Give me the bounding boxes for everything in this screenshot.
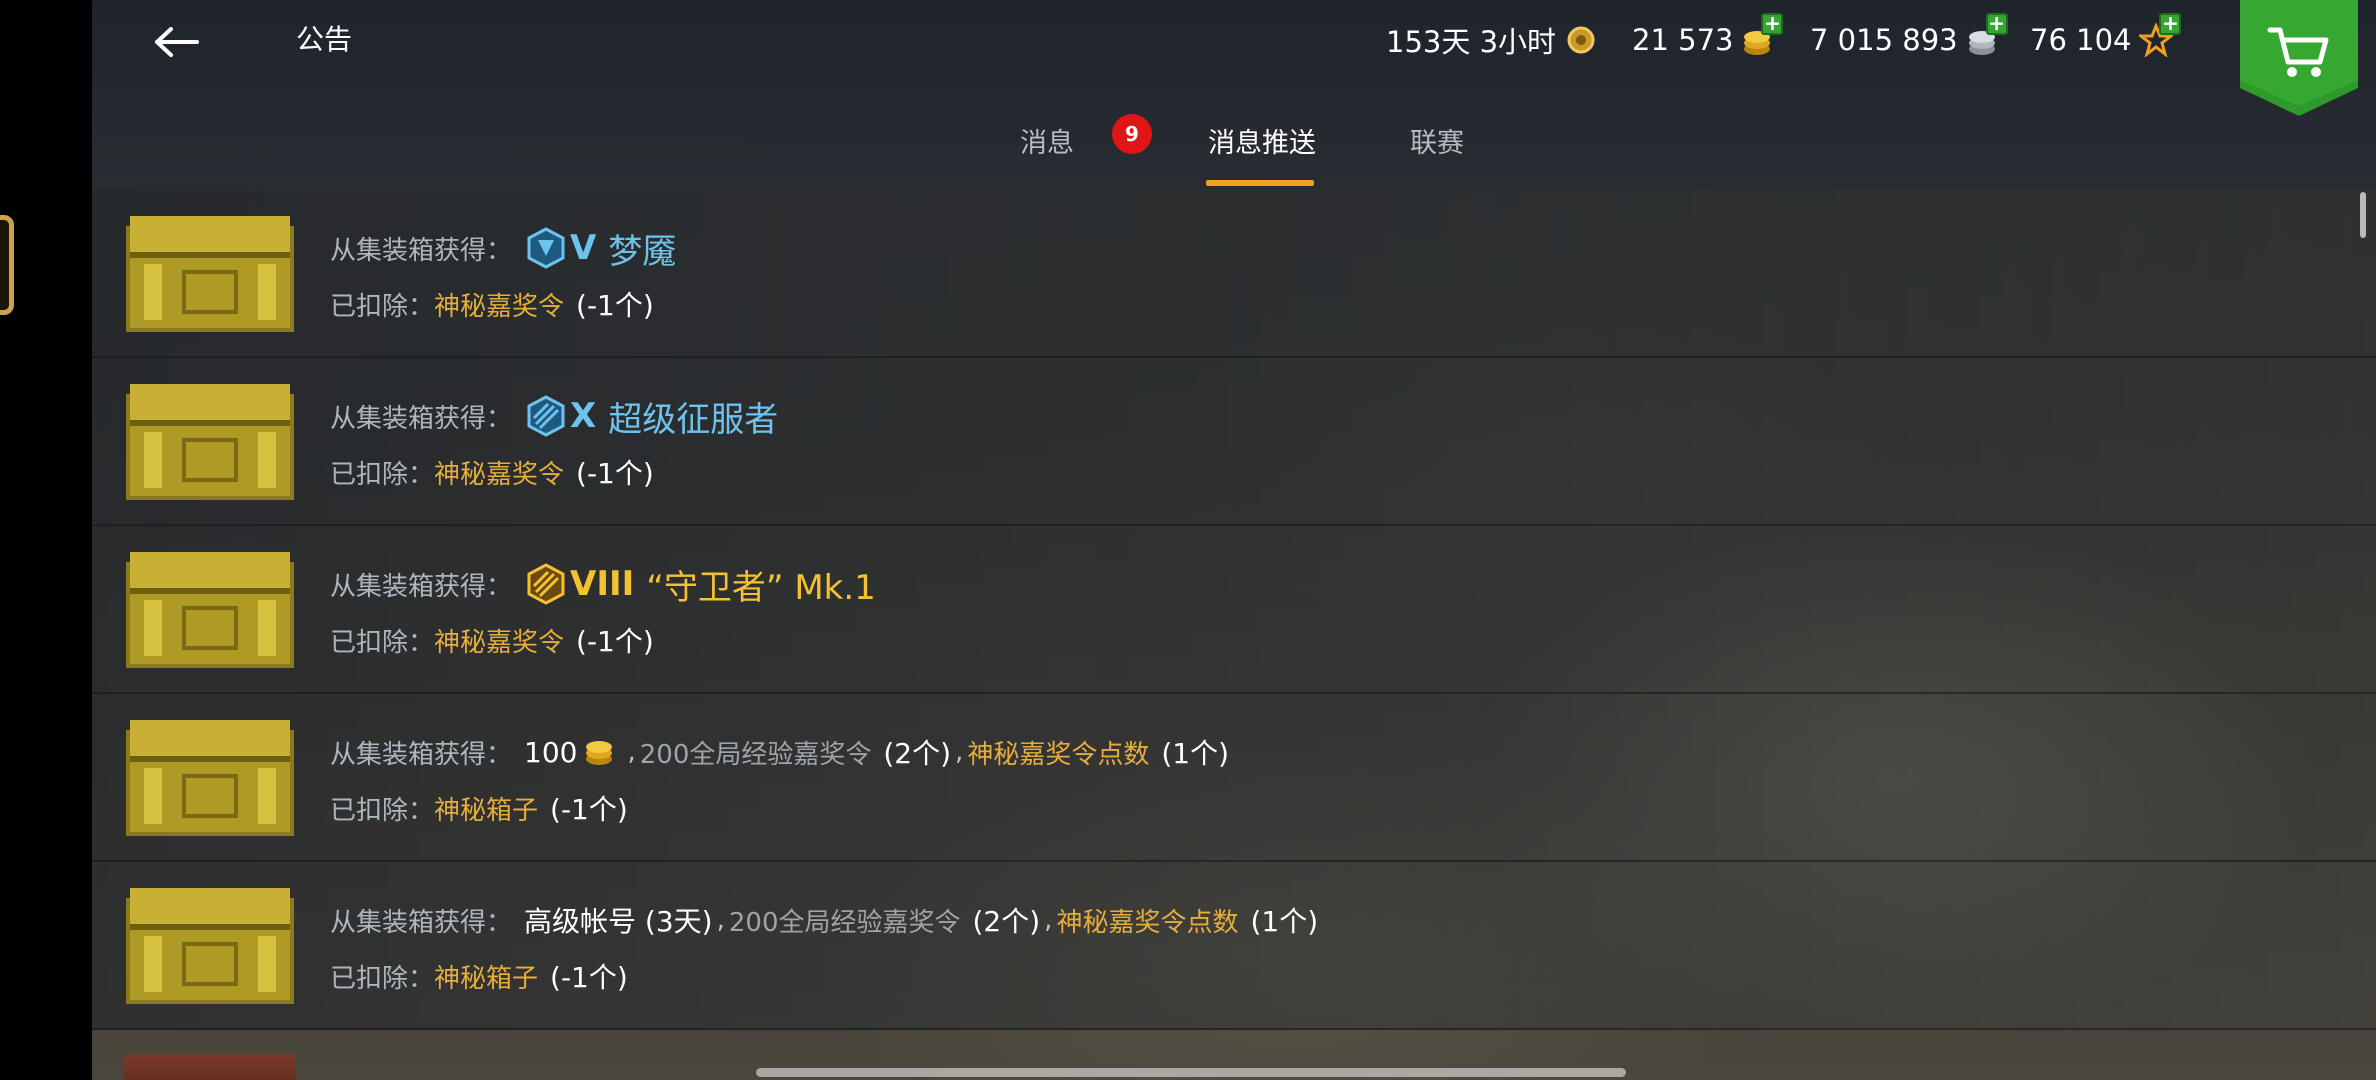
premium-laurel-icon — [1567, 26, 1595, 54]
silver-amount: 7 015 893 — [1810, 23, 1958, 57]
gold-balance[interactable]: 21 573 + — [1632, 13, 1784, 62]
gold-reward-amount: 100 — [524, 735, 578, 769]
reward-line: 从集装箱获得： VIII “守卫者” Mk.1 — [330, 560, 876, 608]
timer-text: 153天 3小时 — [1386, 25, 1557, 59]
premium-timer[interactable]: 153天 3小时 — [1386, 18, 1598, 62]
tank-tier: X — [570, 396, 597, 436]
add-silver-icon[interactable]: + — [1985, 13, 2008, 35]
add-free-xp-icon[interactable]: + — [2159, 13, 2182, 35]
list-item[interactable]: 从集装箱获得： 100 , 200全局经验嘉奖令 (2个) , 神秘嘉奖令点数 … — [92, 694, 2376, 862]
game-screen: 公告 153天 3小时 21 573 + 7 015 893 + 76 104 … — [92, 0, 2376, 1080]
deducted-qty: (-1个) — [550, 961, 628, 994]
deduct-label: 已扣除： — [330, 291, 435, 322]
separator: , — [1044, 905, 1053, 935]
home-indicator-bar[interactable] — [756, 1068, 1626, 1077]
top-bar: 公告 153天 3小时 21 573 + 7 015 893 + 76 104 … — [92, 0, 2376, 190]
add-gold-icon[interactable]: + — [1761, 13, 1784, 35]
star-icon: + — [2137, 13, 2182, 58]
arrow-left-icon — [155, 27, 199, 57]
list-item[interactable]: 从集装箱获得： VIII “守卫者” Mk.1 已扣除： 神秘嘉奖令 (-1个) — [92, 526, 2376, 694]
deducted-item: 神秘箱子 — [434, 963, 539, 994]
notification-list[interactable]: 从集装箱获得： V 梦魇 已扣除： 神秘嘉奖令 (-1个) 从集装箱获得： X … — [92, 190, 2376, 1080]
premium-account-reward: 高级帐号 (3天) — [524, 905, 713, 938]
tab-messages[interactable]: 消息 — [1020, 124, 1074, 164]
reward-item: 200全局经验嘉奖令 — [639, 739, 872, 770]
deducted-qty: (-1个) — [576, 457, 654, 490]
deduction-line: 已扣除： 神秘嘉奖令 (-1个) — [330, 452, 654, 492]
deduct-label: 已扣除： — [330, 627, 435, 658]
free-xp-amount: 76 104 — [2030, 23, 2132, 57]
list-item[interactable]: 从集装箱获得： V 梦魇 已扣除： 神秘嘉奖令 (-1个) — [92, 190, 2376, 358]
gold-coins-icon: + — [1741, 13, 1784, 57]
deduct-label: 已扣除： — [330, 459, 435, 490]
shop-button[interactable] — [2240, 0, 2358, 118]
container-crate-icon — [126, 552, 294, 668]
tab-push-notifications[interactable]: 消息推送 — [1208, 124, 1316, 164]
tank-class-heavy-icon — [527, 227, 565, 269]
container-crate-icon — [126, 384, 294, 500]
reward-label: 从集装箱获得： — [330, 739, 513, 770]
tank-class-medium-icon — [527, 395, 565, 437]
container-crate-icon — [126, 888, 294, 1004]
list-item[interactable]: 从集装箱获得： X 超级征服者 已扣除： 神秘嘉奖令 (-1个) — [92, 358, 2376, 526]
list-item[interactable]: 从集装箱获得： 高级帐号 (3天) , 200全局经验嘉奖令 (2个) , 神秘… — [92, 862, 2376, 1030]
container-crate-icon — [126, 216, 294, 332]
tank-name: 梦魇 — [608, 231, 677, 272]
tab-league[interactable]: 联赛 — [1410, 124, 1464, 164]
deducted-qty: (-1个) — [576, 625, 654, 658]
deducted-item: 神秘嘉奖令 — [434, 459, 565, 490]
deducted-qty: (-1个) — [576, 289, 654, 322]
reward-line: 从集装箱获得： X 超级征服者 — [330, 392, 778, 440]
reward-item: 神秘嘉奖令点数 — [1056, 907, 1239, 938]
deduction-line: 已扣除： 神秘箱子 (-1个) — [330, 956, 628, 996]
tank-class-medium-premium-icon — [527, 563, 565, 605]
reward-qty: (1个) — [1250, 905, 1319, 938]
reward-line: 从集装箱获得： 高级帐号 (3天) , 200全局经验嘉奖令 (2个) , 神秘… — [330, 896, 1318, 944]
container-crate-icon — [126, 720, 294, 836]
reward-qty: (2个) — [883, 737, 952, 770]
deducted-item: 神秘嘉奖令 — [434, 627, 565, 658]
deduct-label: 已扣除： — [330, 963, 435, 994]
tank-name: “守卫者” Mk.1 — [646, 567, 876, 608]
deduct-label: 已扣除： — [330, 795, 435, 826]
reward-item: 神秘嘉奖令点数 — [967, 739, 1150, 770]
tank-tier: VIII — [570, 564, 635, 604]
unread-count-badge: 9 — [1112, 114, 1152, 154]
deducted-item: 神秘嘉奖令 — [434, 291, 565, 322]
separator: , — [627, 737, 636, 767]
deduction-line: 已扣除： 神秘嘉奖令 (-1个) — [330, 620, 654, 660]
reward-qty: (1个) — [1161, 737, 1229, 770]
free-xp-balance[interactable]: 76 104 + — [2030, 13, 2182, 62]
deduction-line: 已扣除： 神秘箱子 (-1个) — [330, 788, 628, 828]
reward-qty: (2个) — [972, 905, 1041, 938]
reward-label: 从集装箱获得： — [330, 235, 513, 266]
deducted-qty: (-1个) — [550, 793, 628, 826]
page-title: 公告 — [296, 23, 353, 56]
reward-label: 从集装箱获得： — [330, 571, 513, 602]
silver-coins-icon: + — [1966, 13, 2008, 57]
list-item-partial-thumbnail — [124, 1054, 296, 1080]
active-tab-indicator — [1206, 180, 1314, 186]
reward-label: 从集装箱获得： — [330, 403, 513, 434]
tank-tier: V — [570, 228, 597, 268]
separator: , — [955, 737, 964, 767]
gold-amount: 21 573 — [1632, 23, 1734, 57]
deducted-item: 神秘箱子 — [434, 795, 539, 826]
silver-balance[interactable]: 7 015 893 + — [1810, 13, 2008, 62]
edge-badge-icon — [0, 215, 14, 315]
back-button[interactable] — [140, 14, 212, 70]
separator: , — [716, 905, 725, 935]
deduction-line: 已扣除： 神秘嘉奖令 (-1个) — [330, 284, 654, 324]
gold-coins-icon — [586, 741, 613, 765]
tank-name: 超级征服者 — [608, 399, 779, 440]
reward-line: 从集装箱获得： 100 , 200全局经验嘉奖令 (2个) , 神秘嘉奖令点数 … — [330, 728, 1229, 776]
vertical-scrollbar[interactable] — [2360, 192, 2366, 238]
reward-item: 200全局经验嘉奖令 — [728, 907, 961, 938]
reward-line: 从集装箱获得： V 梦魇 — [330, 224, 676, 272]
left-bezel — [0, 0, 92, 1080]
reward-label: 从集装箱获得： — [330, 907, 513, 938]
